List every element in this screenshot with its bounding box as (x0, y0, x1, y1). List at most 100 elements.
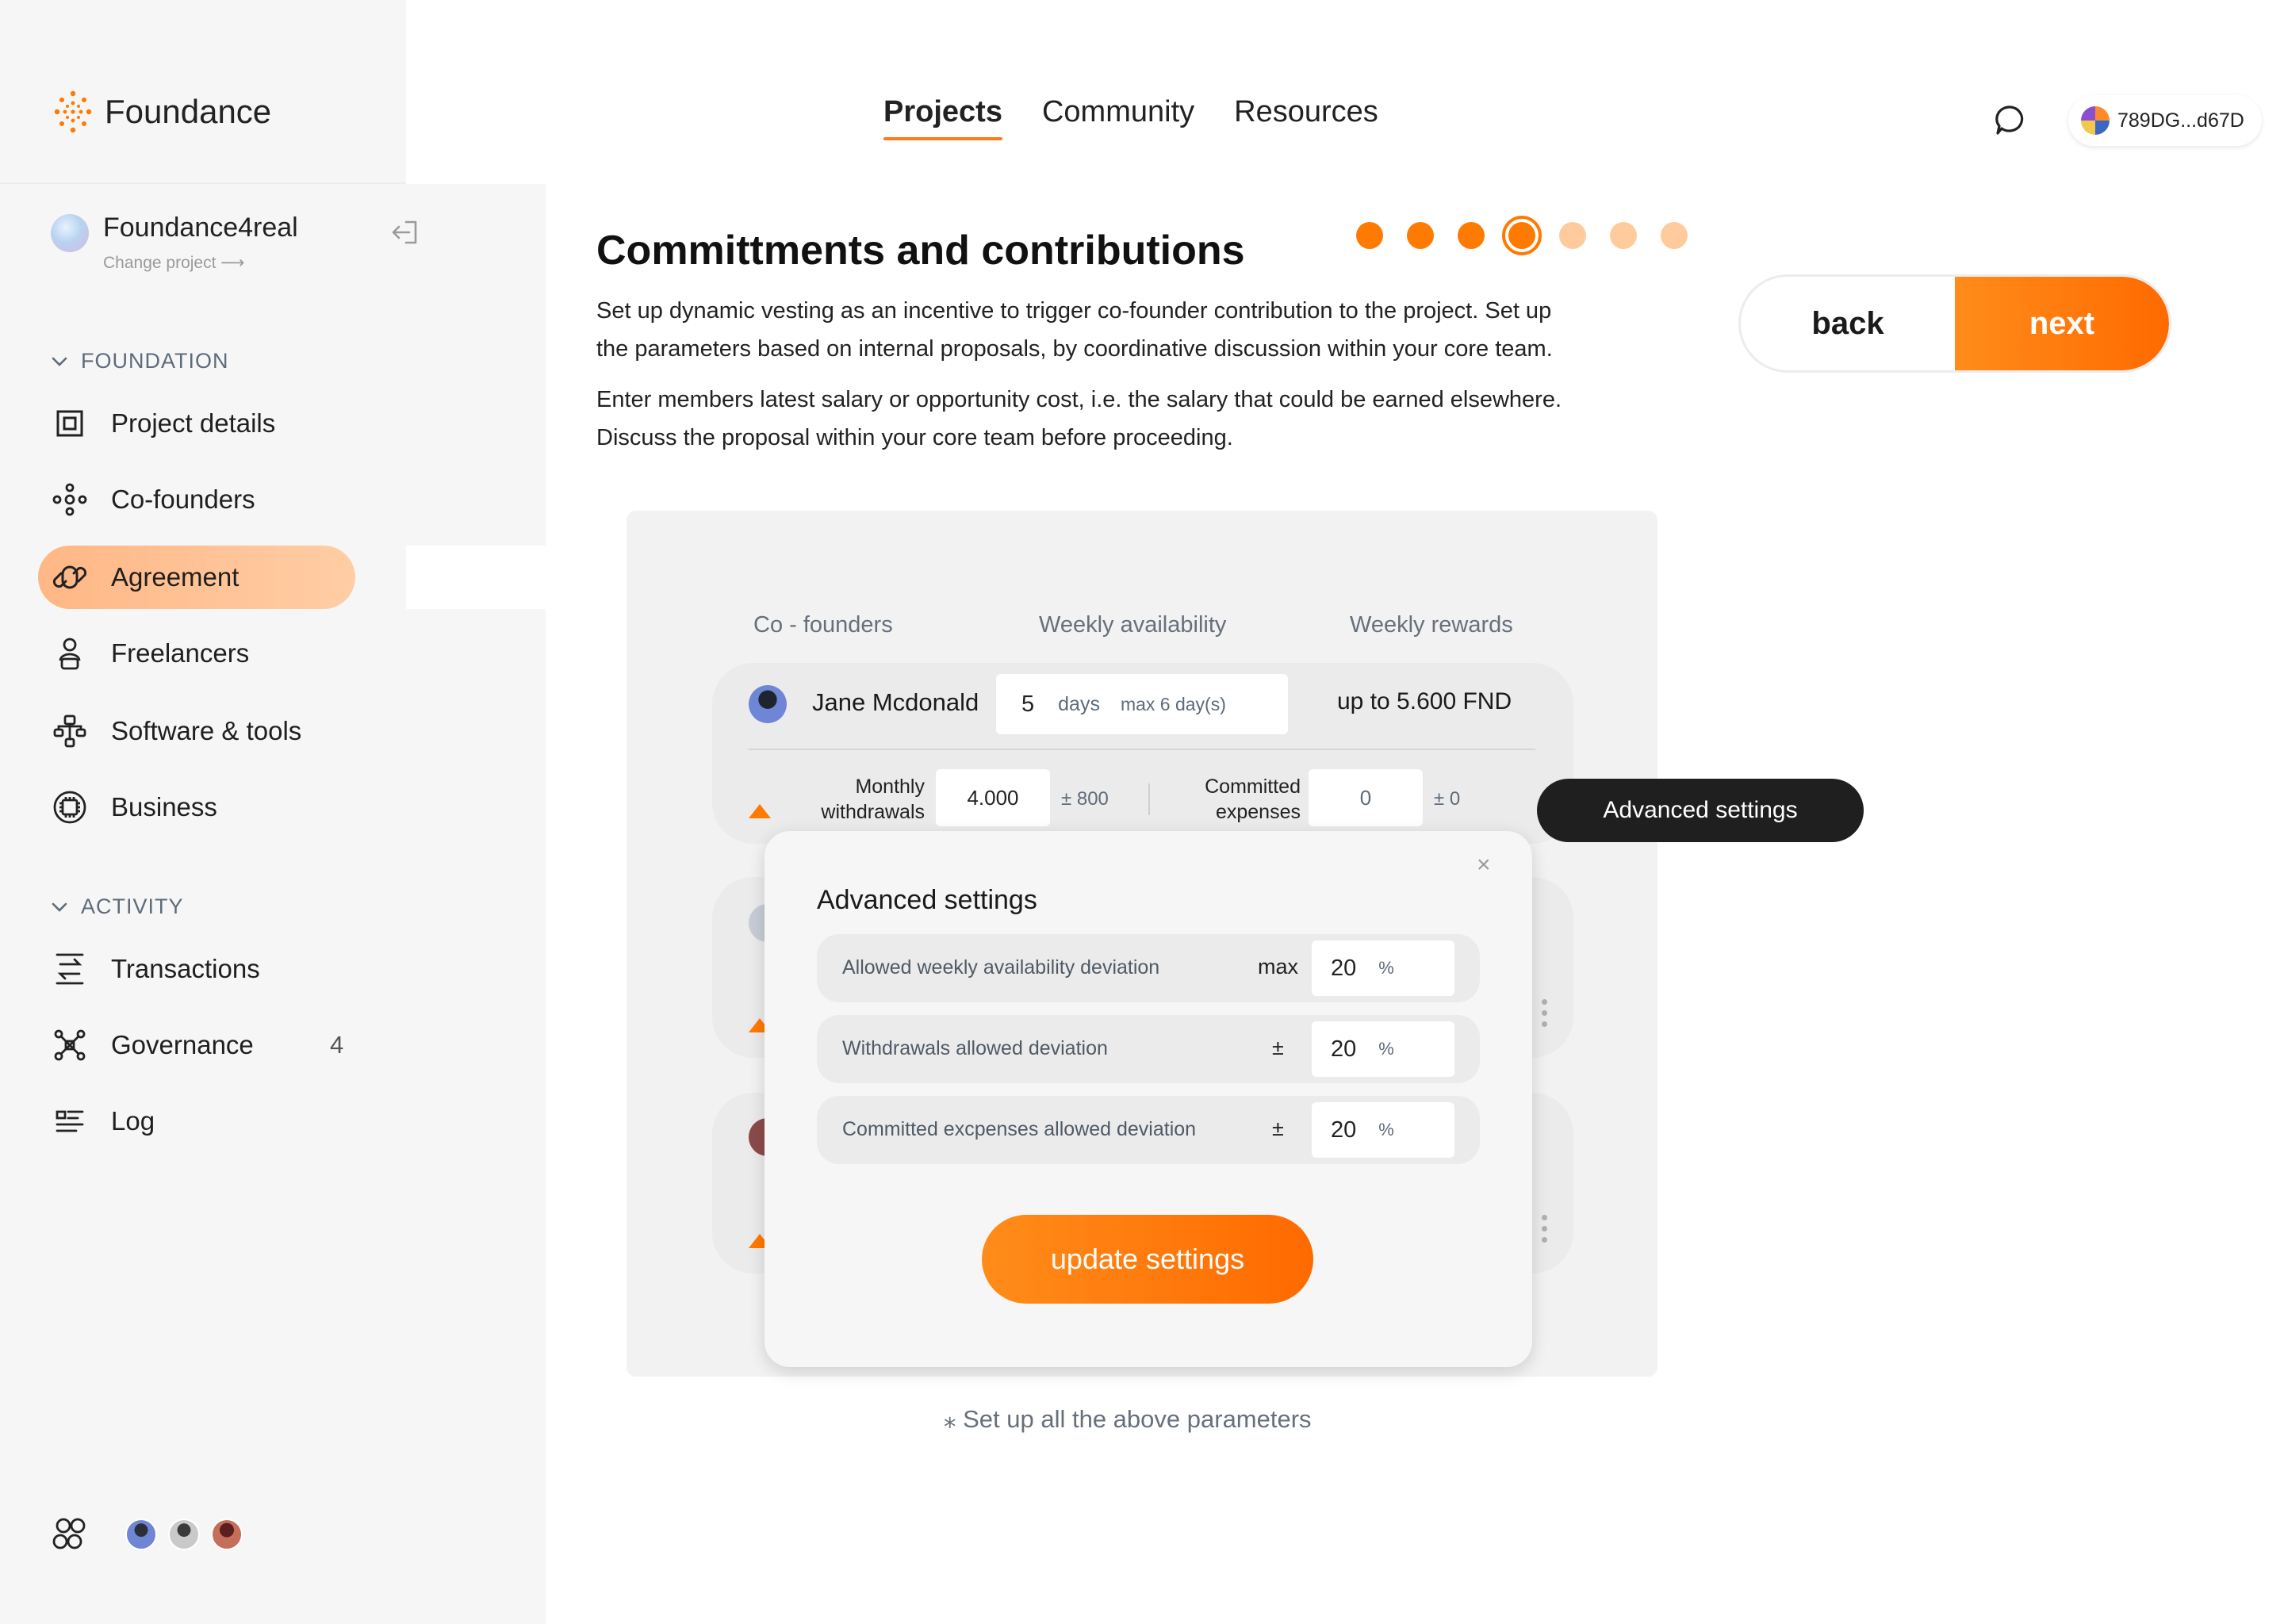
withdrawals-deviation: ± 800 (1061, 788, 1109, 810)
tab-projects[interactable]: Projects (883, 95, 1002, 140)
section-foundation[interactable]: FOUNDATION (51, 349, 229, 373)
sidebar-item-label: Business (111, 792, 217, 822)
wallet-avatar (2081, 106, 2110, 135)
sidebar-item-label: Transactions (111, 954, 260, 983)
days-value: 5 (1021, 691, 1035, 717)
percent-unit: % (1378, 1039, 1394, 1059)
description-line: Set up dynamic vesting as an incentive t… (596, 298, 1552, 324)
monthly-withdrawals-label: Monthly withdrawals (793, 774, 925, 825)
page-description-2: Enter members latest salary or opportuni… (596, 381, 1675, 457)
percent-unit: % (1378, 1120, 1394, 1139)
withdrawals-deviation-input[interactable]: 20 % (1312, 1021, 1454, 1077)
more-options-icon[interactable] (1542, 999, 1547, 1027)
step-indicator[interactable] (1610, 222, 1637, 249)
sidebar-item-label: Governance (111, 1030, 254, 1059)
section-activity[interactable]: ACTIVITY (51, 894, 184, 919)
sidebar-item-label: Project details (111, 408, 276, 438)
expand-triangle-icon[interactable] (749, 804, 771, 818)
chip-icon (52, 790, 87, 825)
availability-deviation-input[interactable]: 20 % (1312, 940, 1454, 996)
step-indicator[interactable] (1356, 222, 1383, 249)
more-options-icon[interactable] (1542, 1215, 1547, 1243)
sidebar-item-business[interactable]: Business (38, 776, 355, 839)
app-logo[interactable]: Foundance (51, 87, 271, 136)
setting-qualifier: max (1258, 955, 1299, 979)
page-title: Committments and contributions (596, 228, 1245, 274)
description-line: Enter members latest salary or opportuni… (596, 387, 1562, 412)
committed-deviation: ± 0 (1434, 788, 1461, 810)
setting-qualifier: ± (1272, 1116, 1284, 1140)
setting-row-withdrawals: Withdrawals allowed deviation ± 20 % (817, 1015, 1480, 1083)
wallet-button[interactable]: 789DG...d67D (2068, 95, 2262, 146)
committed-expenses-input[interactable]: 0 (1309, 769, 1423, 826)
column-header-cofounders: Co - founders (753, 612, 893, 638)
freelancer-icon (52, 636, 87, 671)
cofounder-name: Jane Mcdonald (812, 688, 979, 716)
step-indicator[interactable] (1458, 222, 1485, 249)
avatar[interactable] (168, 1519, 200, 1550)
availability-days-input[interactable]: 5 days max 6 day(s) (996, 674, 1288, 734)
governance-icon (52, 1028, 87, 1063)
step-indicator-current[interactable] (1502, 216, 1542, 255)
setting-label: Allowed weekly availability deviation (842, 956, 1160, 979)
chevron-down-icon (52, 357, 67, 366)
chat-icon[interactable] (1992, 103, 2027, 138)
setting-label: Committed excpenses allowed deviation (842, 1118, 1197, 1140)
percent-unit: % (1378, 958, 1394, 978)
label-line: expenses (1215, 801, 1301, 823)
close-icon[interactable]: × (1477, 852, 1491, 879)
setting-qualifier: ± (1272, 1036, 1284, 1059)
change-project-link[interactable]: Change project ⟶ (103, 253, 298, 273)
label-line: withdrawals (821, 801, 925, 823)
collapse-sidebar-icon[interactable] (389, 219, 420, 246)
setting-value: 20 (1331, 955, 1357, 981)
monthly-withdrawals-input[interactable]: 4.000 (936, 769, 1050, 826)
committed-expenses-label: Committed expenses (1161, 774, 1301, 825)
sidebar-item-log[interactable]: Log (38, 1090, 355, 1153)
project-avatar (51, 214, 89, 252)
step-indicator[interactable] (1661, 222, 1688, 249)
transactions-icon (52, 952, 87, 986)
section-label: FOUNDATION (81, 349, 229, 373)
committed-deviation-input[interactable]: 20 % (1312, 1102, 1454, 1158)
sidebar-item-project-details[interactable]: Project details (38, 392, 355, 455)
sidebar-item-label: Freelancers (111, 638, 250, 668)
project-name: Foundance4real (103, 213, 298, 243)
sidebar-item-freelancers[interactable]: Freelancers (38, 622, 355, 685)
step-indicator[interactable] (1559, 222, 1586, 249)
row-divider (749, 749, 1535, 750)
label-line: Committed (1205, 776, 1301, 798)
agreement-icon (52, 560, 87, 595)
sidebar-item-co-founders[interactable]: Co-founders (38, 468, 355, 531)
sidebar-item-label: Agreement (111, 562, 240, 592)
weekly-rewards-value: up to 5.600 FND (1337, 688, 1512, 714)
sidebar-active-notch (406, 546, 546, 609)
page-description: Set up dynamic vesting as an incentive t… (596, 292, 1675, 368)
next-button[interactable]: next (1955, 277, 2169, 370)
tab-community[interactable]: Community (1042, 95, 1194, 140)
days-unit: days (1058, 692, 1100, 715)
project-switcher[interactable]: Foundance4real Change project ⟶ (51, 213, 298, 273)
avatar (749, 685, 787, 723)
sidebar-item-label: Log (111, 1106, 155, 1136)
governance-count-badge: 4 (330, 1031, 344, 1059)
advanced-settings-button[interactable]: Advanced settings (1537, 779, 1864, 842)
hierarchy-icon (52, 714, 87, 749)
modal-title: Advanced settings (817, 885, 1037, 915)
foundance-logo-icon (54, 90, 92, 133)
log-icon (52, 1104, 87, 1139)
team-members[interactable] (51, 1516, 243, 1553)
sidebar-item-transactions[interactable]: Transactions (38, 937, 355, 1001)
sidebar-item-governance[interactable]: Governance (38, 1013, 355, 1077)
avatar[interactable] (211, 1519, 243, 1550)
back-button[interactable]: back (1741, 277, 1955, 370)
team-icon (52, 1518, 86, 1549)
tab-resources[interactable]: Resources (1234, 95, 1378, 140)
update-settings-button[interactable]: update settings (982, 1215, 1313, 1304)
progress-steps (1356, 216, 1688, 255)
step-navigation: back next (1738, 274, 2171, 373)
step-indicator[interactable] (1407, 222, 1434, 249)
avatar[interactable] (125, 1519, 157, 1550)
sidebar-item-software-tools[interactable]: Software & tools (38, 699, 355, 763)
sidebar-item-agreement[interactable]: Agreement (38, 546, 355, 609)
